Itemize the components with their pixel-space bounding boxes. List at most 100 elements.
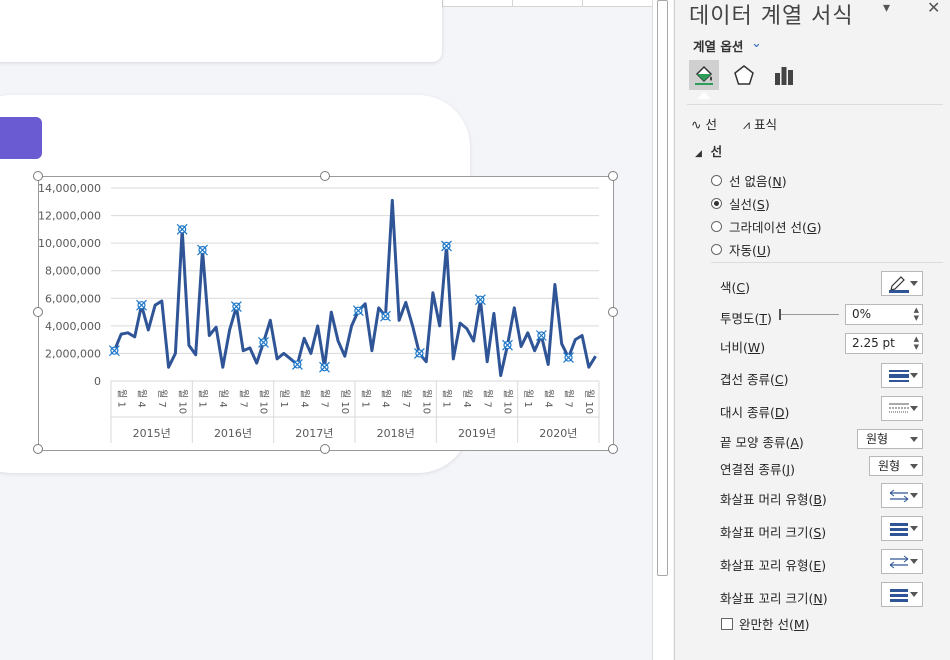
dropdown-arrow-icon: [910, 559, 918, 564]
vertical-scrollbar[interactable]: [652, 0, 673, 660]
x-tick-label: 월 1: [197, 389, 209, 408]
begin-arrow-type-button[interactable]: [881, 483, 923, 508]
data-point-selection-marker[interactable]: [413, 348, 425, 359]
resize-handle-top[interactable]: [320, 171, 330, 181]
column-divider: [582, 0, 583, 6]
radio-no-line[interactable]: 선 없음(N): [711, 171, 787, 190]
arrow-type-icon: [889, 555, 909, 568]
x-tick-label: 월 4: [217, 389, 229, 408]
tab-marker-label: 표식: [754, 117, 778, 132]
year-label: 2018년: [377, 427, 415, 440]
compound-type-button[interactable]: [881, 363, 923, 388]
data-point-selection-marker[interactable]: [380, 310, 391, 322]
radio-circle[interactable]: [711, 198, 722, 209]
x-tick-label: 월 1: [278, 389, 290, 408]
selected-category-caret: [697, 92, 711, 99]
data-point-selection-marker[interactable]: [197, 244, 208, 256]
effects-pentagon-icon[interactable]: [729, 60, 759, 90]
smoothed-line-label: 완만한 선(M): [739, 617, 810, 632]
spin-arrows-icon[interactable]: ▲ ▼: [914, 335, 919, 351]
width-input[interactable]: 2.25 pt ▲ ▼: [845, 333, 923, 354]
series-options-label[interactable]: 계열 옵션: [693, 36, 743, 55]
smoothed-line-checkbox[interactable]: 완만한 선(M): [721, 614, 810, 633]
dropdown-arrow-icon: [910, 526, 918, 531]
radio-solid-line[interactable]: 실선(S): [711, 194, 770, 213]
pane-options-dropdown-icon[interactable]: ▾: [883, 0, 890, 16]
y-tick-label: 10,000,000: [39, 237, 101, 250]
format-data-series-pane: 데이터 계열 서식 ▾ ✕ 계열 옵션 ⌄ ∿ 선 ⩘ 표식 ◢ 선 선 없음(…: [674, 0, 950, 660]
data-point-selection-marker[interactable]: [319, 361, 330, 373]
tab-line-label: 선: [705, 117, 717, 132]
tab-line[interactable]: ∿ 선: [691, 114, 717, 133]
radio-automatic[interactable]: 자동(U): [711, 240, 771, 259]
data-point-selection-marker[interactable]: [176, 223, 188, 235]
worksheet-area[interactable]: 14,000,000 12,000,000 10,000,000 8,000,000 6…: [0, 0, 652, 660]
transparency-input[interactable]: 0% ▲ ▼: [845, 304, 923, 325]
x-tick-label: 월 7: [237, 389, 249, 408]
purple-tab-shape[interactable]: [0, 117, 42, 159]
radio-circle[interactable]: [711, 175, 722, 186]
top-card-shape[interactable]: [0, 0, 442, 62]
dash-type-button[interactable]: [881, 396, 923, 421]
data-point-selection-marker[interactable]: [441, 240, 452, 252]
radio-gradient-line[interactable]: 그라데이션 선(G): [711, 217, 821, 236]
chevron-down-icon[interactable]: ⌄: [751, 36, 762, 51]
begin-arrow-size-button[interactable]: [881, 516, 923, 541]
end-arrow-type-button[interactable]: [881, 549, 923, 574]
radio-circle[interactable]: [711, 244, 722, 255]
line-chart[interactable]: 14,000,000 12,000,000 10,000,000 8,000,000 6…: [39, 177, 613, 450]
color-picker-button[interactable]: [881, 271, 923, 296]
data-point-selection-marker[interactable]: [258, 336, 269, 348]
dash-lines-icon: [889, 403, 909, 412]
radio-circle[interactable]: [711, 221, 722, 232]
data-point-selection-marker[interactable]: [474, 294, 486, 306]
resize-handle-left[interactable]: [33, 307, 43, 317]
year-label: 2017년: [295, 427, 333, 440]
resize-handle-bottom-right[interactable]: [608, 444, 618, 454]
compound-type-label: 겹선 종류(C): [720, 372, 789, 387]
dropdown-arrow-icon: [910, 406, 918, 411]
transparency-slider-track[interactable]: [779, 314, 839, 315]
resize-handle-bottom[interactable]: [320, 444, 330, 454]
column-divider: [512, 0, 513, 6]
tab-marker[interactable]: ⩘ 표식: [743, 114, 777, 133]
x-tick-label: 월 4: [542, 389, 554, 408]
resize-handle-right[interactable]: [608, 307, 618, 317]
transparency-value: 0%: [852, 307, 872, 321]
close-icon[interactable]: ✕: [927, 0, 940, 17]
data-point-selection-marker[interactable]: [108, 345, 120, 357]
data-point-selection-marker[interactable]: [230, 301, 242, 312]
radio-label: 선 없음(N): [729, 174, 787, 189]
data-point-selection-marker[interactable]: [502, 339, 513, 351]
data-point-selection-marker[interactable]: [535, 330, 547, 341]
series-line: [113, 198, 597, 377]
dropdown-arrow-icon: [910, 437, 918, 442]
line-section-header[interactable]: ◢ 선: [695, 141, 722, 160]
join-type-combo[interactable]: 원형: [869, 456, 923, 476]
spin-arrows-icon[interactable]: ▲ ▼: [914, 306, 919, 322]
arrow-size-icon: [890, 522, 908, 536]
x-tick-label: 월 1: [115, 389, 127, 408]
checkbox-box[interactable]: [721, 617, 733, 630]
chart-area[interactable]: 14,000,000 12,000,000 10,000,000 8,000,000 6…: [38, 176, 614, 451]
data-point-selection-marker[interactable]: [563, 352, 574, 363]
compound-lines-icon: [889, 369, 909, 382]
scrollbar-thumb[interactable]: [657, 0, 668, 576]
end-arrow-size-button[interactable]: [881, 582, 923, 607]
year-label: 2019년: [458, 427, 496, 440]
resize-handle-top-left[interactable]: [33, 171, 43, 181]
resize-handle-bottom-left[interactable]: [33, 444, 43, 454]
data-point-selection-marker[interactable]: [136, 299, 147, 311]
x-tick-label: 월 4: [136, 389, 148, 408]
data-point-selection-marker[interactable]: [291, 359, 303, 370]
y-tick-label: 4,000,000: [45, 320, 101, 333]
data-point-selection-marker[interactable]: [352, 305, 364, 317]
cap-type-combo[interactable]: 원형: [857, 429, 923, 449]
x-tick-label: 월 7: [400, 389, 412, 408]
fill-line-icon[interactable]: [689, 60, 719, 90]
transparency-slider-thumb[interactable]: [779, 309, 781, 320]
x-tick-label: 월 10: [502, 389, 514, 414]
resize-handle-top-right[interactable]: [608, 171, 618, 181]
series-options-bar-icon[interactable]: [769, 60, 799, 90]
divider: [711, 262, 943, 263]
